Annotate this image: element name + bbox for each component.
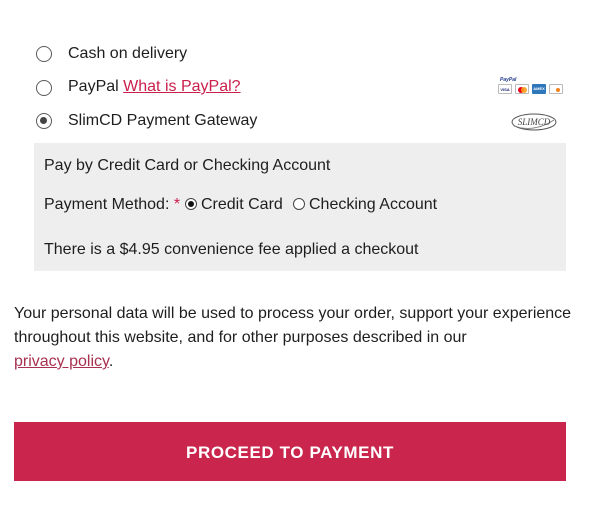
checking-account-label[interactable]: Checking Account — [309, 195, 437, 215]
slimcd-radio[interactable] — [36, 113, 52, 129]
what-is-paypal-link[interactable]: What is PayPal? — [123, 78, 240, 95]
svg-text:SLIMCD: SLIMCD — [518, 117, 551, 127]
cod-label[interactable]: Cash on delivery — [68, 44, 187, 64]
paypal-logo: PayPal — [500, 77, 517, 83]
gateway-title: Pay by Credit Card or Checking Account — [44, 157, 331, 174]
payment-method-label: Payment Method: * — [44, 196, 181, 213]
credit-card-label[interactable]: Credit Card — [201, 195, 283, 215]
credit-card-radio[interactable] — [185, 198, 197, 210]
amex-icon: AMEX — [532, 84, 546, 94]
paypal-label[interactable]: PayPal — [68, 78, 119, 95]
cod-radio[interactable] — [36, 46, 52, 62]
convenience-fee-note: There is a $4.95 convenience fee applied… — [44, 241, 419, 258]
gateway-details-panel: Pay by Credit Card or Checking Account P… — [34, 143, 566, 271]
slimcd-label[interactable]: SlimCD Payment Gateway — [68, 111, 257, 131]
paypal-label-row: PayPal What is PayPal? — [68, 77, 241, 97]
paypal-radio[interactable] — [36, 80, 52, 96]
privacy-notice-text: Your personal data will be used to proce… — [14, 305, 572, 346]
proceed-to-payment-button[interactable]: PROCEED TO PAYMENT — [14, 422, 566, 481]
paypal-card-logos: PayPal VISA AMEX — [496, 77, 566, 97]
checking-account-radio[interactable] — [293, 198, 305, 210]
privacy-notice: Your personal data will be used to proce… — [14, 302, 574, 374]
visa-icon: VISA — [498, 84, 512, 94]
privacy-policy-link[interactable]: privacy policy — [14, 353, 109, 370]
mastercard-icon — [515, 84, 529, 94]
slimcd-logo-icon: SLIMCD — [511, 113, 557, 131]
discover-icon — [549, 84, 563, 94]
required-mark: * — [173, 196, 181, 213]
privacy-suffix: . — [108, 353, 114, 370]
